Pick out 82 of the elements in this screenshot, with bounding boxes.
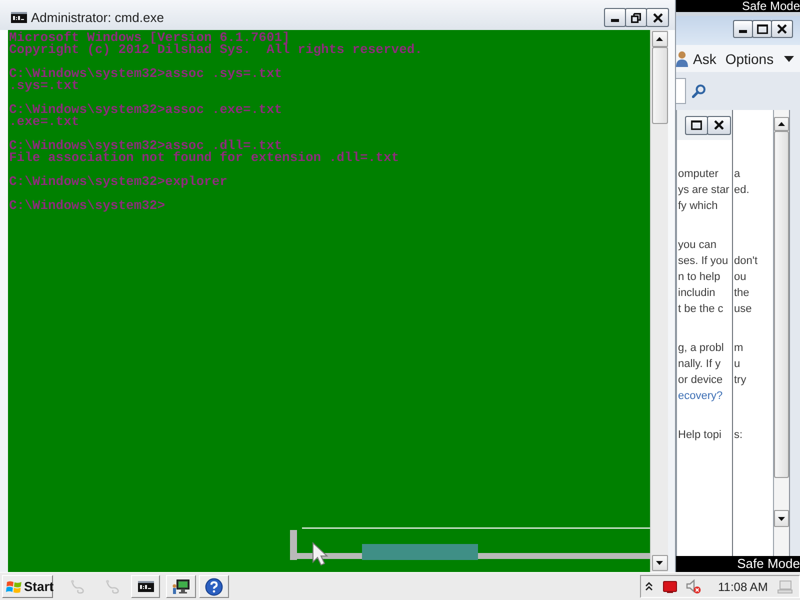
console-line: Microsoft Windows [Version 6.1.7601]	[9, 32, 290, 44]
safe-mode-label: Safe Mode	[737, 556, 800, 572]
close-button[interactable]	[707, 116, 731, 134]
console-line: Copyright (c) 2012 Dilshad Sys. All rights reserved.	[9, 44, 422, 56]
scroll-up-button[interactable]	[652, 31, 668, 47]
help-text: ys are star	[677, 183, 730, 198]
help-text: s:	[733, 428, 743, 443]
help-text: the	[733, 286, 750, 301]
scroll-down-button[interactable]	[652, 555, 668, 571]
help-text: or device	[677, 373, 723, 388]
console-line: C:\Windows\system32>assoc .exe=.txt	[9, 104, 282, 116]
chevron-up-icon[interactable]	[645, 582, 653, 591]
console-line: C:\Windows\system32>	[9, 200, 166, 212]
safe-mode-label: Safe Mode	[742, 0, 800, 12]
maximize-button[interactable]	[752, 20, 772, 38]
up-arrow-icon	[778, 122, 785, 126]
close-icon	[652, 12, 662, 22]
help-text: t be the c	[677, 302, 724, 317]
start-button[interactable]: Start	[2, 575, 53, 598]
close-button[interactable]	[771, 20, 793, 38]
window-title: Administrator: cmd.exe	[31, 10, 164, 25]
taskbar-button[interactable]	[166, 575, 196, 598]
minimize-button[interactable]	[604, 8, 626, 27]
restore-icon	[631, 12, 641, 22]
minimize-button[interactable]	[733, 20, 753, 38]
console-line: C:\Windows\system32>assoc .dll=.txt	[9, 140, 282, 152]
help-text: g, a probl	[677, 341, 724, 356]
help-text: ses. If you	[677, 254, 728, 269]
scroll-down-button[interactable]	[774, 510, 789, 527]
down-arrow-icon	[656, 561, 663, 565]
muted-speaker-icon[interactable]	[686, 579, 701, 594]
help-text: ed.	[733, 183, 750, 198]
help-text: m	[733, 341, 744, 356]
help-text: Help topi	[677, 428, 722, 443]
taskbar-button[interactable]	[199, 575, 229, 598]
help-text: nally. If y	[677, 357, 721, 372]
help-text: try	[733, 373, 746, 388]
help-text: don't	[733, 254, 758, 269]
help-text: use	[733, 302, 752, 317]
search-icon[interactable]	[692, 84, 706, 98]
maximize-icon	[691, 120, 702, 130]
close-button[interactable]	[646, 8, 669, 27]
scroll-up-button[interactable]	[774, 117, 789, 131]
help-text: includin	[677, 286, 716, 301]
computer-user-icon	[172, 578, 190, 594]
minimize-icon	[611, 19, 619, 22]
maximize-button[interactable]	[685, 116, 708, 134]
console-line: .sys=.txt	[9, 80, 80, 92]
command-prompt-icon	[11, 12, 27, 23]
help-link[interactable]: ecovery?	[677, 388, 723, 404]
square-icon[interactable]	[663, 580, 677, 592]
close-icon	[714, 120, 724, 130]
person-icon	[676, 50, 688, 68]
command-prompt-icon	[138, 581, 154, 592]
scroll-thumb[interactable]	[652, 47, 668, 124]
clock: 11:08 AM	[718, 580, 768, 594]
help-text: u	[733, 357, 740, 372]
mouse-pointer-icon	[312, 542, 328, 566]
help-text: fy which	[677, 199, 718, 214]
console-line: C:\Windows\system32>explorer	[9, 176, 228, 188]
minimize-icon	[739, 30, 747, 33]
help-text: you can	[677, 238, 717, 253]
taskbar-button[interactable]	[131, 575, 160, 598]
console-line: File association not found for extension .dll=.txt	[9, 152, 400, 164]
scroll-thumb[interactable]	[774, 131, 789, 478]
menu-button[interactable]: Options	[725, 48, 794, 70]
maximize-icon	[756, 24, 768, 34]
caret-icon	[784, 56, 794, 62]
toolbar-button[interactable]: Ask	[676, 48, 716, 70]
help-icon	[205, 578, 223, 596]
up-arrow-icon	[656, 37, 663, 41]
help-text: a	[733, 167, 740, 182]
close-icon	[777, 24, 787, 34]
down-arrow-icon	[778, 516, 785, 520]
restore-button[interactable]	[625, 8, 647, 27]
console-line: .exe=.txt	[9, 116, 80, 128]
flag-icon	[6, 578, 22, 594]
help-text: omputer	[677, 167, 718, 182]
search-field[interactable]	[676, 78, 686, 104]
help-text: n to help	[677, 270, 720, 285]
console-line: C:\Windows\system32>assoc .sys=.txt	[9, 68, 282, 80]
help-text: ou	[733, 270, 746, 285]
